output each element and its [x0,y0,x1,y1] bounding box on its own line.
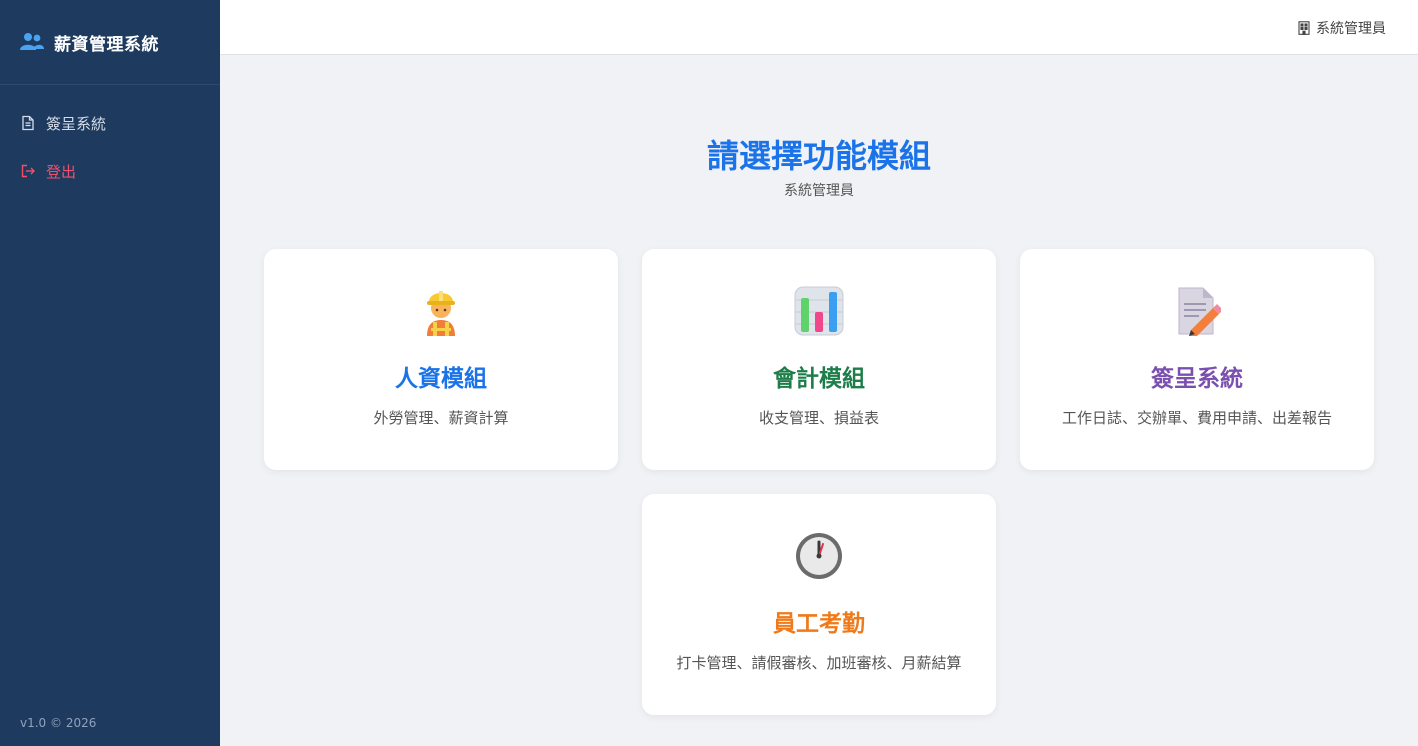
card-description: 收支管理、損益表 [758,409,879,427]
top-bar: 系統管理員 [220,0,1418,55]
app-title: 薪資管理系統 [54,34,159,55]
construction-worker-icon [264,286,618,338]
module-card-attendance[interactable]: 員工考勤 打卡管理、請假審核、加班審核、月薪結算 [642,494,996,715]
page-subtitle: 系統管理員 [784,183,854,199]
module-card-sign[interactable]: 簽呈系統 工作日誌、交辦單、費用申請、出差報告 [1020,249,1374,470]
memo-icon [1020,286,1374,338]
sidebar-brand: 薪資管理系統 [0,0,220,85]
card-title: 簽呈系統 [1151,366,1243,392]
card-title: 員工考勤 [773,611,865,637]
main-content: 請選擇功能模組 系統管理員 人資模組 外勞管理、薪資計算 會計模組 收支管理、損… [220,55,1418,746]
card-description: 外勞管理、薪資計算 [373,409,509,427]
sidebar-item-label: 簽呈系統 [46,114,107,133]
sidebar-item-label: 登出 [46,162,77,181]
users-icon [20,32,44,52]
sidebar-item-docs[interactable]: 簽呈系統 [0,99,220,147]
sidebar: 薪資管理系統 簽呈系統 登出 v1.0 © 2026 [0,0,220,746]
card-description: 打卡管理、請假審核、加班審核、月薪結算 [676,654,962,672]
building-icon [1298,21,1310,35]
logout-icon [20,163,36,179]
sidebar-nav: 簽呈系統 登出 [0,99,220,195]
clock-icon [642,531,996,583]
bar-chart-icon [642,286,996,338]
card-title: 會計模組 [773,366,865,392]
user-name: 系統管理員 [1316,21,1386,37]
sidebar-item-logout[interactable]: 登出 [0,147,220,195]
document-icon [20,115,36,131]
version-label: v1.0 © 2026 [20,716,97,730]
user-info[interactable]: 系統管理員 [1298,18,1386,38]
card-description: 工作日誌、交辦單、費用申請、出差報告 [1061,409,1332,427]
card-title: 人資模組 [395,366,487,392]
page-title: 請選擇功能模組 [706,137,931,175]
module-card-accounting[interactable]: 會計模組 收支管理、損益表 [642,249,996,470]
module-card-hr[interactable]: 人資模組 外勞管理、薪資計算 [264,249,618,470]
